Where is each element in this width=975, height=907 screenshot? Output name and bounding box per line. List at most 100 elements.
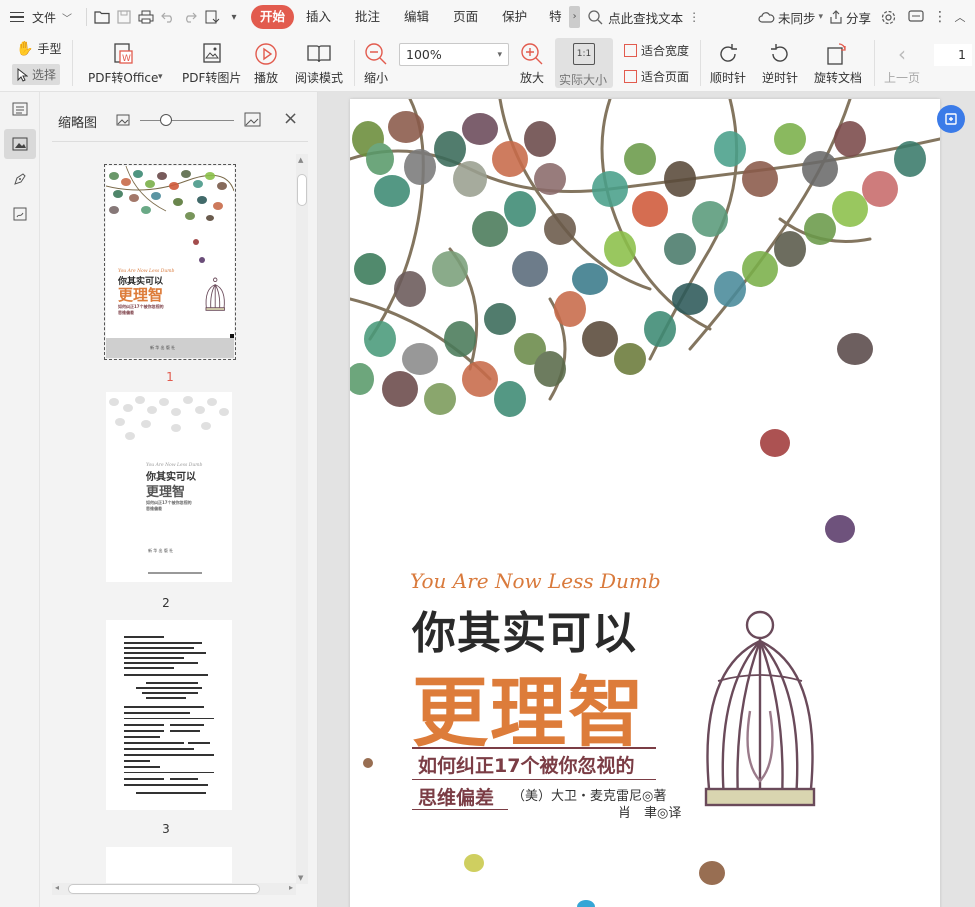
page-thumbnail-2[interactable]: You Are Now Less Dumb 你其实可以 更理智 如何纠正17个被… (106, 392, 232, 582)
zoom-out-button[interactable]: 缩小 (364, 42, 388, 86)
tab-insert[interactable]: 插入 (294, 5, 343, 29)
previous-page-button[interactable]: ‹ 上一页 (884, 42, 920, 86)
scroll-down-icon[interactable]: ▼ (298, 874, 303, 882)
signature-icon[interactable] (4, 199, 36, 229)
divider (412, 809, 508, 810)
large-thumbnail-icon[interactable] (244, 112, 261, 127)
right-tools: 未同步 ▾ 分享 ⋮ ︿ (758, 0, 967, 34)
page-number-1: 1 (166, 370, 174, 384)
save-icon[interactable] (113, 6, 135, 28)
tab-start[interactable]: 开始 (251, 5, 295, 29)
left-sidebar-rail (0, 92, 40, 907)
chevron-down-icon[interactable]: ▾ (158, 72, 163, 82)
open-folder-icon[interactable] (91, 6, 113, 28)
more-menu-icon[interactable]: ⋮ (933, 9, 947, 25)
svg-text:You Are Now Less Dumb: You Are Now Less Dumb (118, 268, 175, 274)
rotate-counterclockwise-button[interactable]: 逆时针 (762, 42, 798, 86)
outline-icon[interactable] (4, 94, 36, 124)
scroll-right-icon[interactable]: ▸ (289, 883, 293, 892)
pdf-to-office-label: PDF转Office (88, 71, 159, 85)
svg-text:You Are Now Less Dumb: You Are Now Less Dumb (146, 462, 203, 468)
rotate-document-button[interactable]: 旋转文档 (814, 42, 862, 86)
tab-annotate[interactable]: 批注 (343, 5, 392, 29)
page-thumbnail-1[interactable]: You Are Now Less Dumb 你其实可以 更理智 如何纠正17个被… (104, 164, 236, 360)
pdf-to-image-icon (203, 43, 221, 63)
rotate-document-icon (827, 43, 846, 65)
cover-translator: 肖 聿◎译 (618, 806, 682, 821)
menu-bar: 文件 ﹀ ▾ 开始 插入 批注 编辑 页面 保护 特色 › 点此查找文本 ⋮ 未… (0, 0, 975, 34)
zoom-out-icon (365, 43, 387, 65)
settings-gear-icon[interactable] (877, 10, 899, 25)
fit-page-label: 适合页面 (641, 70, 690, 84)
floating-tool-icon[interactable] (937, 105, 965, 133)
read-mode-label: 阅读模式 (295, 71, 344, 85)
collapse-ribbon-icon[interactable]: ︿ (953, 9, 967, 25)
thumbnail-icon[interactable] (4, 129, 36, 159)
rotate-document-label: 旋转文档 (814, 71, 863, 85)
slider-knob[interactable] (160, 114, 172, 126)
convert-icon[interactable] (201, 6, 223, 28)
actual-size-button[interactable]: 1:1 实际大小 (555, 38, 613, 88)
search-box[interactable]: 点此查找文本 ⋮ (588, 8, 700, 27)
book-icon (307, 45, 331, 63)
tab-page[interactable]: 页面 (441, 5, 490, 29)
pdf-to-office-button[interactable]: W PDF转Office (88, 42, 158, 86)
close-icon[interactable]: × (283, 108, 298, 129)
file-menu[interactable]: 文件 ﹀ (0, 9, 82, 26)
pdf-to-image-button[interactable]: PDF转图片 (182, 42, 241, 86)
play-button[interactable]: 播放 (254, 42, 278, 86)
svg-text:你其实可以: 你其实可以 (145, 470, 196, 483)
zoom-in-label: 放大 (520, 71, 545, 85)
hand-icon: ✋ (16, 40, 34, 57)
sync-status[interactable]: 未同步 ▾ (758, 8, 823, 27)
page-thumbnail-3[interactable] (106, 620, 232, 810)
thumbnail-size-slider[interactable] (140, 120, 234, 121)
share-button[interactable]: 分享 (829, 8, 871, 27)
zoom-in-button[interactable]: 放大 (520, 42, 544, 86)
more-options-icon[interactable]: ⋮ (688, 10, 700, 24)
rotate-clockwise-button[interactable]: 顺时针 (710, 42, 746, 86)
sync-label: 未同步 (777, 10, 816, 26)
svg-text:如何纠正17个被你忽视的: 如何纠正17个被你忽视的 (118, 303, 164, 309)
fit-width-button[interactable]: 适合宽度 (624, 42, 689, 59)
pdf-to-image-label: PDF转图片 (182, 71, 242, 85)
cover-thumbnail-art: You Are Now Less Dumb 你其实可以 更理智 如何纠正17个被… (106, 166, 234, 358)
ribbon-tabs: 开始 插入 批注 编辑 页面 保护 特色 › (251, 5, 581, 29)
feedback-icon[interactable] (905, 10, 927, 24)
thumbnail-horizontal-scrollbar[interactable]: ◂ ▸ (52, 883, 296, 895)
scrollbar-thumb[interactable] (297, 174, 307, 206)
chevron-down-icon: ﹀ (62, 13, 73, 25)
divider (874, 40, 875, 86)
divider (354, 40, 355, 86)
undo-icon[interactable] (157, 6, 179, 28)
cover-subtitle-line-1: 如何纠正17个被你忽视的 (418, 755, 635, 777)
scrollbar-thumb[interactable] (68, 884, 260, 894)
cover-title-line-2: 更理智 (412, 668, 646, 757)
thumbnail-vertical-scrollbar[interactable]: ▲ ▼ (296, 154, 308, 884)
scroll-left-icon[interactable]: ◂ (55, 883, 59, 892)
annotation-pen-icon[interactable] (4, 164, 36, 194)
document-viewport[interactable]: You Are Now Less Dumb 你其实可以 更理智 如何纠正17个被… (318, 92, 975, 907)
page-thumbnail-4[interactable] (106, 847, 232, 883)
print-icon[interactable] (135, 6, 157, 28)
select-tool-button[interactable]: 选择 (12, 64, 61, 85)
read-mode-button[interactable]: 阅读模式 (295, 42, 343, 86)
hand-tool-button[interactable]: ✋ 手型 (16, 40, 61, 57)
divider (412, 747, 656, 749)
birdcage-illustration (704, 610, 816, 807)
zoom-level-select[interactable]: 100% ▾ (399, 43, 509, 66)
small-thumbnail-icon[interactable] (116, 114, 130, 126)
tabs-scroll-right-icon[interactable]: › (569, 6, 581, 28)
scroll-up-icon[interactable]: ▲ (298, 156, 303, 164)
fit-page-button[interactable]: 适合页面 (624, 68, 689, 85)
tab-protect[interactable]: 保护 (490, 5, 539, 29)
page-number-input[interactable]: 1 (934, 44, 972, 66)
redo-icon[interactable] (179, 6, 201, 28)
zoom-value: 100% (406, 47, 442, 62)
zoom-out-label: 缩小 (364, 71, 389, 85)
divider (72, 40, 73, 86)
play-icon (255, 43, 277, 65)
more-dropdown-icon[interactable]: ▾ (223, 6, 245, 28)
tab-edit[interactable]: 编辑 (392, 5, 441, 29)
tab-features[interactable]: 特色 (539, 5, 569, 29)
